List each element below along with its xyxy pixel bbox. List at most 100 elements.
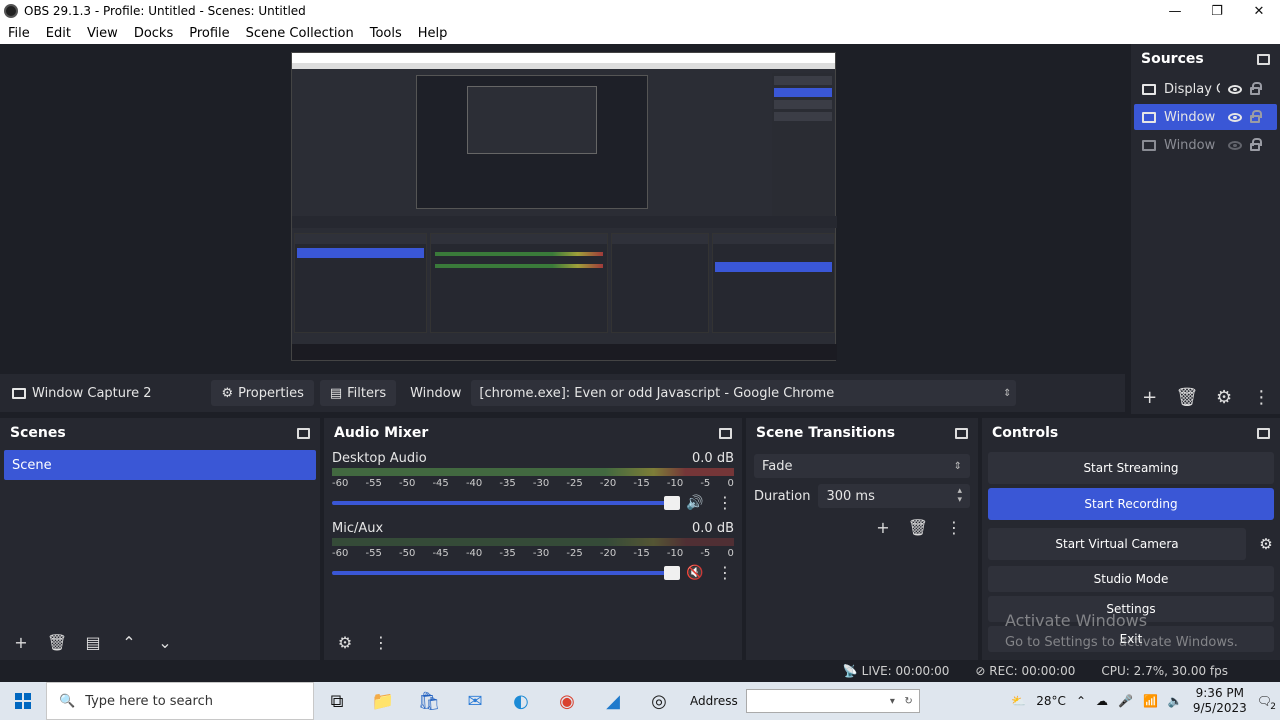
- add-transition-button[interactable]: +: [876, 518, 889, 537]
- meter-tick-label: -5: [700, 478, 711, 489]
- taskbar-search[interactable]: 🔍 Type here to search: [46, 682, 314, 720]
- obs-logo-icon: [4, 4, 18, 18]
- lock-icon[interactable]: [1250, 82, 1262, 95]
- more-vert-icon[interactable]: ⋮: [370, 631, 392, 653]
- source-item-window-capture-hidden[interactable]: Window C: [1134, 132, 1277, 158]
- lock-icon[interactable]: [1250, 110, 1262, 123]
- onedrive-icon[interactable]: ☁: [1096, 694, 1108, 708]
- task-view-icon[interactable]: ⧉: [314, 682, 360, 720]
- window-icon: [1142, 111, 1156, 123]
- file-explorer-icon[interactable]: 📁: [360, 682, 406, 720]
- start-button[interactable]: [0, 682, 46, 720]
- trash-icon[interactable]: 🗑: [1175, 386, 1198, 408]
- store-icon[interactable]: 🛍: [406, 682, 452, 720]
- meter-tick-label: -15: [633, 548, 650, 559]
- settings-button[interactable]: Settings: [988, 596, 1274, 622]
- speaker-muted-icon[interactable]: 🔇: [686, 565, 706, 581]
- meter-tick-label: -60: [332, 478, 349, 489]
- edge-icon[interactable]: ◐: [498, 682, 544, 720]
- windows-logo-icon: [15, 693, 31, 709]
- scene-item[interactable]: Scene: [4, 450, 316, 480]
- meter-tick-label: -10: [666, 548, 684, 559]
- start-virtual-camera-button[interactable]: Start Virtual Camera: [988, 528, 1246, 560]
- scene-filter-icon[interactable]: ▤: [82, 631, 104, 653]
- properties-button[interactable]: ⚙ Properties: [211, 380, 314, 406]
- more-vert-icon[interactable]: ⋮: [716, 563, 734, 582]
- window-select[interactable]: [chrome.exe]: Even or odd Javascript - G…: [471, 380, 1017, 406]
- microphone-icon[interactable]: 🎤: [1118, 694, 1133, 708]
- menu-docks[interactable]: Docks: [126, 26, 181, 41]
- menu-tools[interactable]: Tools: [362, 26, 410, 41]
- move-up-icon[interactable]: ⌃: [118, 631, 140, 653]
- slider-handle[interactable]: [664, 495, 680, 510]
- volume-slider[interactable]: [332, 495, 680, 510]
- menu-view[interactable]: View: [79, 26, 126, 41]
- scene-transitions-dock: Scene Transitions Fade ⇕ Duration 300 ms…: [746, 418, 978, 660]
- close-button[interactable]: ✕: [1238, 0, 1280, 22]
- window-icon: [12, 387, 26, 399]
- chrome-icon[interactable]: ◉: [544, 682, 590, 720]
- weather-icon[interactable]: ⛅: [1011, 694, 1026, 708]
- rec-status: ⊘ REC: 00:00:00: [975, 664, 1076, 678]
- duration-spinbox[interactable]: 300 ms ▴ ▾: [818, 484, 970, 508]
- move-down-icon[interactable]: ⌄: [154, 631, 176, 653]
- add-scene-button[interactable]: +: [10, 631, 32, 653]
- spinner-arrows-icon[interactable]: ▴ ▾: [957, 487, 962, 505]
- notification-icon[interactable]: 🗨 2: [1257, 694, 1276, 712]
- slider-handle[interactable]: [664, 565, 680, 580]
- advanced-audio-gear-icon[interactable]: ⚙: [334, 631, 356, 653]
- eye-hidden-icon[interactable]: [1228, 140, 1242, 150]
- status-bar: 📡 LIVE: 00:00:00 ⊘ REC: 00:00:00 CPU: 2.…: [0, 660, 1280, 682]
- vscode-icon[interactable]: ◢: [590, 682, 636, 720]
- minimize-button[interactable]: —: [1154, 0, 1196, 22]
- meter-tick-label: -55: [365, 548, 382, 559]
- menu-file[interactable]: File: [0, 26, 38, 41]
- source-item-window-capture[interactable]: Window C: [1134, 104, 1277, 130]
- more-vert-icon[interactable]: ⋮: [716, 493, 734, 512]
- meter-tick-label: -35: [499, 478, 516, 489]
- eye-icon[interactable]: [1228, 112, 1242, 122]
- start-streaming-button[interactable]: Start Streaming: [988, 452, 1274, 484]
- menu-profile[interactable]: Profile: [181, 26, 237, 41]
- channel-level: 0.0 dB: [692, 451, 734, 466]
- speaker-icon[interactable]: 🔊: [686, 495, 706, 511]
- source-item-display-capture[interactable]: Display C: [1134, 76, 1277, 102]
- wifi-icon[interactable]: 📶: [1143, 694, 1158, 708]
- temperature[interactable]: 28°C: [1036, 694, 1066, 708]
- restore-button[interactable]: ❐: [1196, 0, 1238, 22]
- transition-select[interactable]: Fade ⇕: [754, 454, 970, 478]
- virtual-camera-gear-icon[interactable]: ⚙: [1252, 535, 1280, 553]
- lock-icon[interactable]: [1250, 138, 1262, 151]
- meter-tick-label: -40: [465, 548, 483, 559]
- filters-button[interactable]: ▤ Filters: [319, 380, 397, 406]
- meter-ticks: -60 -55 -50 -45 -40 -35 -30 -25 -20 -15 -10 -5 0: [332, 548, 734, 559]
- clock[interactable]: 9:36 PM 9/5/2023: [1193, 686, 1247, 716]
- start-recording-button[interactable]: Start Recording: [988, 488, 1274, 520]
- more-vert-icon[interactable]: ⋮: [946, 518, 962, 537]
- undock-icon[interactable]: [297, 427, 310, 439]
- menu-edit[interactable]: Edit: [38, 26, 79, 41]
- menu-help[interactable]: Help: [410, 26, 456, 41]
- trash-icon[interactable]: 🗑: [46, 631, 68, 653]
- tray-chevron-up-icon[interactable]: ⌃: [1076, 694, 1086, 708]
- source-properties-gear-icon[interactable]: ⚙: [1213, 386, 1235, 408]
- undock-icon[interactable]: [1257, 427, 1270, 439]
- exit-button[interactable]: Exit: [988, 626, 1274, 652]
- more-vert-icon[interactable]: ⋮: [1250, 386, 1272, 408]
- undock-icon[interactable]: [719, 427, 732, 439]
- meter-tick-label: -55: [365, 478, 382, 489]
- updown-chevron-icon: ⇕: [953, 460, 962, 472]
- eye-icon[interactable]: [1228, 84, 1242, 94]
- menu-scene-collection[interactable]: Scene Collection: [238, 26, 362, 41]
- volume-meter: [332, 468, 734, 476]
- undock-icon[interactable]: [1257, 53, 1270, 65]
- volume-icon[interactable]: 🔈: [1168, 694, 1183, 708]
- mail-icon[interactable]: ✉: [452, 682, 498, 720]
- address-input[interactable]: ▾ ↻: [745, 689, 920, 713]
- trash-icon[interactable]: 🗑: [908, 518, 928, 537]
- add-source-button[interactable]: +: [1139, 386, 1161, 408]
- obs-taskbar-icon[interactable]: ◎: [636, 682, 682, 720]
- undock-icon[interactable]: [955, 427, 968, 439]
- studio-mode-button[interactable]: Studio Mode: [988, 566, 1274, 592]
- volume-slider[interactable]: [332, 565, 680, 580]
